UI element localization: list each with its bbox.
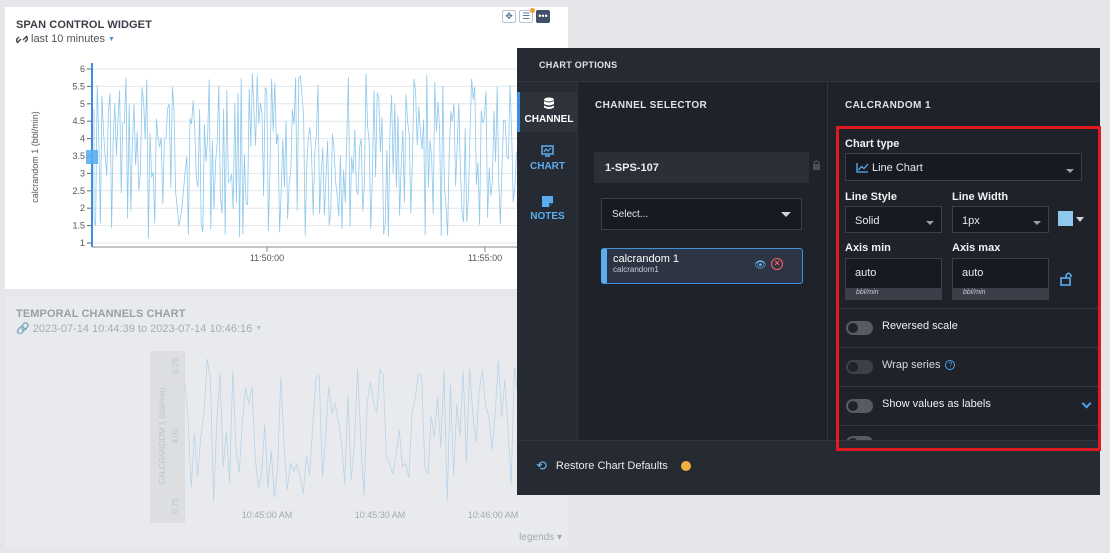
y-tick-label: 5.5 xyxy=(72,81,85,91)
y-tick-label: 2 xyxy=(80,203,85,213)
lock-icon[interactable] xyxy=(812,160,821,170)
rail-tab-channel[interactable]: CHANNEL xyxy=(517,92,578,132)
y-tick-label: 3.5 xyxy=(72,151,85,161)
options-rail: CHANNEL CHART NOTES xyxy=(517,82,578,440)
y-tick-label: 6.25 xyxy=(171,358,180,374)
span-chart[interactable]: 6 5.5 5 4.5 4 3.5 3 2.5 2 1.5 1 calcrandom 1 (bbl/m… xyxy=(5,7,568,289)
panel-title: CHART OPTIONS xyxy=(517,48,1100,82)
y-tick-label: 3 xyxy=(80,168,85,178)
device-name: 1-SPS-107 xyxy=(594,152,809,183)
y-tick-label: 4.5 xyxy=(72,116,85,126)
channel-selector-heading: CHANNEL SELECTOR xyxy=(595,100,708,111)
x-tick-label: 10:46:00 AM xyxy=(468,510,519,520)
remove-channel-icon[interactable]: × xyxy=(771,258,783,270)
x-tick-label: 10:45:30 AM xyxy=(355,510,406,520)
x-tick-label: 11:50:00 xyxy=(250,253,284,263)
temporal-channels-chart: TEMPORAL CHANNELS CHART 🔗 2023-07-14 10:… xyxy=(5,296,568,548)
series-line xyxy=(184,358,518,502)
highlight-box xyxy=(836,126,1101,451)
rail-tab-chart[interactable]: CHART xyxy=(517,140,578,176)
span-control-widget: SPAN CONTROL WIDGET last 10 minutes ▼ ✥ … xyxy=(5,7,568,289)
status-dot xyxy=(680,461,691,471)
settings-heading: CALCRANDOM 1 xyxy=(845,100,931,111)
y-tick-label: 5 xyxy=(80,99,85,109)
y-axis-label: CALCRANDOM 1 (bbl/min) xyxy=(158,387,167,484)
channel-item[interactable]: calcrandom 1 calcrandom1 👁 × xyxy=(601,248,803,284)
y-tick-label: 0.75 xyxy=(171,498,180,514)
y-axis-label: calcrandom 1 (bbl/min) xyxy=(30,111,40,203)
notes-icon xyxy=(517,194,578,210)
x-tick-label: 10:45:00 AM xyxy=(242,510,293,520)
restore-defaults-label: Restore Chart Defaults xyxy=(555,460,668,472)
y-tick-label: 4.00 xyxy=(171,428,180,444)
y-tick-label: 4 xyxy=(80,134,85,144)
temporal-chart[interactable]: CALCRANDOM 1 (bbl/min) 6.25 4.00 0.75 10:45:… xyxy=(5,296,568,548)
y-tick-label: 1 xyxy=(80,238,85,248)
legends-toggle[interactable]: legends ▾ xyxy=(519,532,562,543)
database-icon xyxy=(520,97,578,113)
channel-selector-column: CHANNEL SELECTOR 1-SPS-107 Select... cal… xyxy=(578,82,828,440)
span-handle xyxy=(86,150,98,164)
restore-defaults-button[interactable]: ⟲ Restore Chart Defaults xyxy=(536,458,691,474)
y-tick-label: 2.5 xyxy=(72,186,85,196)
y-tick-label: 6 xyxy=(80,64,85,74)
chevron-down-icon xyxy=(781,212,791,217)
undo-icon: ⟲ xyxy=(536,458,547,473)
eye-icon[interactable]: 👁 xyxy=(754,260,767,271)
chart-icon xyxy=(517,144,578,160)
y-tick-label: 1.5 xyxy=(72,221,85,231)
channel-select[interactable]: Select... xyxy=(601,198,802,230)
x-tick-label: 11:55:00 xyxy=(468,253,502,263)
rail-tab-notes[interactable]: NOTES xyxy=(517,190,578,226)
